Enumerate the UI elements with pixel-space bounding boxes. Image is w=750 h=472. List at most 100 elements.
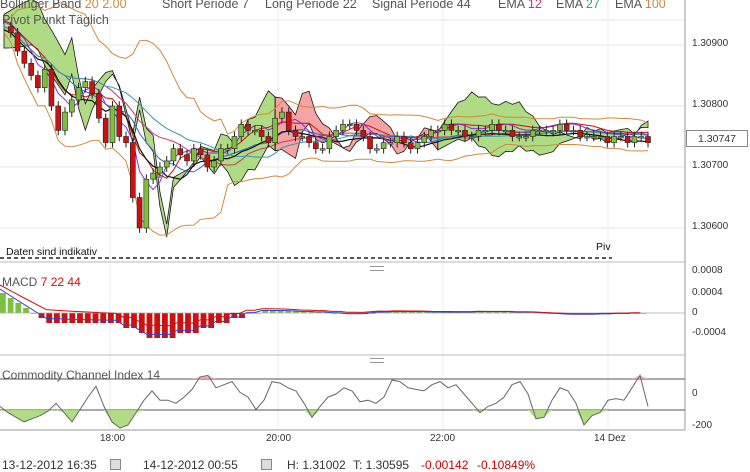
macd-bar bbox=[123, 313, 130, 328]
candle-body bbox=[407, 142, 414, 150]
chart-stage: Bollinger Band 20 2.00 Short Periode 7 L… bbox=[0, 0, 750, 472]
candle-body bbox=[96, 93, 102, 119]
candle-body bbox=[468, 136, 475, 139]
macd-bar bbox=[84, 313, 91, 323]
last-price-badge: 1.30747 bbox=[686, 130, 748, 147]
candle-body bbox=[41, 69, 48, 89]
candle-body bbox=[421, 136, 428, 143]
legend-long-value: 22 bbox=[342, 0, 357, 11]
candle-body bbox=[82, 81, 89, 88]
macd-label: MACD 7 22 44 bbox=[2, 275, 81, 289]
candle-body bbox=[597, 136, 604, 139]
legend-signal-value: 44 bbox=[456, 0, 471, 11]
candle-body bbox=[543, 130, 550, 133]
cci-period: 14 bbox=[146, 368, 161, 382]
calendar-icon[interactable] bbox=[110, 459, 121, 470]
macd-p1: 7 bbox=[40, 275, 48, 289]
candle-body bbox=[292, 130, 299, 137]
candle-body bbox=[353, 124, 360, 131]
candle-body bbox=[570, 130, 577, 133]
range-from: 13-12-2012 16:35 bbox=[2, 458, 97, 472]
legend-bollinger: Bollinger Band 20 2.00 bbox=[0, 0, 127, 11]
candle-body bbox=[475, 130, 482, 137]
macd-bar bbox=[7, 298, 14, 313]
legend-ema12-label: EMA bbox=[498, 0, 525, 11]
candle-body bbox=[346, 124, 353, 127]
legend-ema27-value: 27 bbox=[585, 0, 600, 11]
candle-body bbox=[590, 136, 597, 139]
candle-body bbox=[150, 172, 156, 180]
candle-body bbox=[482, 130, 489, 133]
candle-body bbox=[401, 136, 407, 143]
candle-body bbox=[204, 154, 211, 168]
macd-tick: 0.0004 bbox=[692, 287, 723, 298]
candle-body bbox=[258, 130, 265, 137]
candle-body bbox=[611, 136, 617, 143]
legend-ema27-label: EMA bbox=[556, 0, 583, 11]
candle-body bbox=[394, 136, 400, 143]
price-tick: 1.30900 bbox=[692, 38, 729, 49]
calendar-icon[interactable] bbox=[261, 459, 272, 470]
legend-long-label: Long Periode bbox=[265, 0, 340, 11]
candle-body bbox=[326, 136, 333, 149]
candle-body bbox=[14, 32, 21, 52]
legend-pivot: Pivot Punkt Täglich bbox=[2, 13, 109, 27]
legend-ema12-value: 12 bbox=[527, 0, 542, 11]
candle-body bbox=[143, 178, 150, 229]
resize-handle-macd[interactable] bbox=[370, 266, 384, 271]
candle-body bbox=[245, 124, 251, 131]
cci-tick: -200 bbox=[692, 420, 713, 431]
candle-body bbox=[224, 148, 231, 151]
candle-body bbox=[448, 124, 455, 131]
candle-body bbox=[489, 124, 495, 131]
candle-body bbox=[584, 136, 590, 139]
candle-body bbox=[577, 130, 584, 137]
macd-bar bbox=[100, 313, 107, 323]
change-value: -0.00142 bbox=[421, 458, 469, 472]
high-value: H: 1.31002 bbox=[287, 458, 346, 472]
price-tick: 1.30800 bbox=[692, 99, 729, 110]
legend-long: Long Periode 22 bbox=[265, 0, 357, 11]
time-tick: 22:00 bbox=[430, 433, 456, 444]
candle-body bbox=[211, 160, 217, 168]
resize-handle-cci[interactable] bbox=[370, 358, 384, 363]
candle-body bbox=[197, 148, 204, 156]
price-tick: 1.30700 bbox=[692, 160, 729, 171]
candle-body bbox=[645, 136, 651, 143]
candle-body bbox=[367, 136, 373, 149]
pivot-marker-label: Piv bbox=[596, 241, 611, 253]
candle-body bbox=[28, 62, 34, 76]
candle-body bbox=[435, 130, 441, 133]
range-to: 14-12-2012 00:55 bbox=[143, 458, 238, 472]
macd-line bbox=[0, 288, 641, 335]
candle-body bbox=[387, 142, 394, 145]
candle-body bbox=[509, 130, 516, 137]
macd-bar bbox=[108, 313, 114, 323]
macd-bar bbox=[61, 313, 68, 323]
time-tick: 20:00 bbox=[266, 433, 292, 444]
cci-title: Commodity Channel Index bbox=[2, 368, 144, 382]
candle-body bbox=[109, 105, 116, 143]
candle-body bbox=[618, 136, 624, 139]
legend-signal: Signal Periode 44 bbox=[372, 0, 471, 11]
candle-body bbox=[299, 136, 306, 139]
macd-bar bbox=[69, 313, 76, 323]
time-tick: 14 Dez bbox=[594, 433, 626, 444]
candle-body bbox=[238, 124, 245, 137]
candle-body bbox=[462, 130, 468, 137]
candle-body bbox=[306, 136, 312, 143]
chart-canvas[interactable] bbox=[0, 0, 750, 472]
legend-short-label: Short Periode bbox=[162, 0, 239, 11]
low-value: T: 1.30595 bbox=[353, 458, 410, 472]
time-tick: 18:00 bbox=[100, 433, 126, 444]
legend-bollinger-p1: 20 bbox=[84, 0, 99, 11]
macd-tick: 0 bbox=[692, 307, 698, 318]
candle-body bbox=[624, 136, 631, 143]
candle-body bbox=[428, 130, 434, 137]
candle-body bbox=[441, 124, 448, 131]
legend-ema27: EMA 27 bbox=[556, 0, 600, 11]
candle-body bbox=[631, 136, 638, 143]
cci-tick: 0 bbox=[692, 388, 698, 399]
candle-body bbox=[7, 26, 14, 34]
candle-body bbox=[523, 136, 529, 139]
